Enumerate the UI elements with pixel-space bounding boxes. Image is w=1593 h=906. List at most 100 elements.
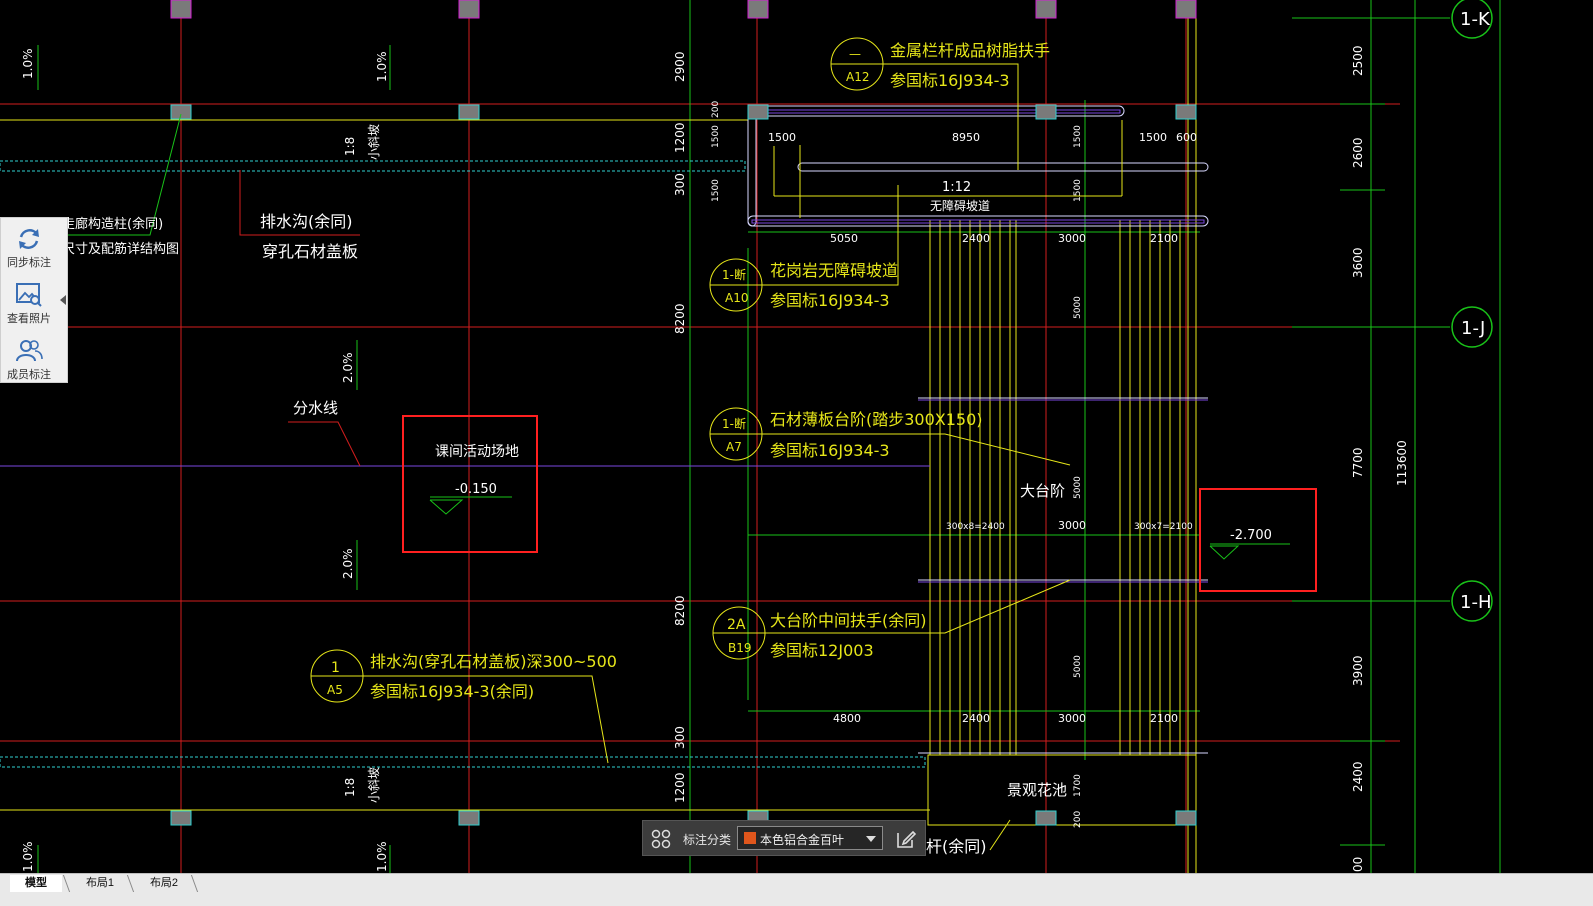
corridor-label-1: 走廊构造柱(余同) xyxy=(62,216,163,232)
category-label: 标注分类 xyxy=(683,833,732,847)
svg-text:1200: 1200 xyxy=(673,772,687,803)
callout-texts: — A12 金属栏杆成品树脂扶手 参国标16J934-3 1-断 A10 花岗岩… xyxy=(327,41,1050,701)
svg-text:8200: 8200 xyxy=(673,595,687,626)
callout-1-line2: 参国标16J934-3 xyxy=(890,71,1010,90)
callout-3-top: 1-断 xyxy=(722,416,746,431)
svg-text:2100: 2100 xyxy=(1150,712,1178,725)
member-annotation-button[interactable]: 成员标注 xyxy=(1,333,57,385)
stair-label: 大台阶 xyxy=(1020,482,1065,500)
member-annotation-label: 成员标注 xyxy=(7,369,51,381)
axis-label-1j: 1-J xyxy=(1461,318,1485,339)
svg-text:300: 300 xyxy=(673,726,687,749)
svg-text:1.0%: 1.0% xyxy=(375,842,389,873)
callout-1-top: — xyxy=(849,47,861,61)
axis-label-1h: 1-H xyxy=(1460,592,1491,613)
svg-text:2400: 2400 xyxy=(962,712,990,725)
callout-2-top: 1-断 xyxy=(722,267,746,282)
tab-layout-1[interactable]: 布局1 xyxy=(70,875,130,892)
svg-text:5050: 5050 xyxy=(830,232,858,245)
category-select[interactable]: 本色铝合金百叶 xyxy=(737,826,883,850)
svg-text:00: 00 xyxy=(1351,857,1365,872)
svg-text:3900: 3900 xyxy=(1351,655,1365,686)
callout-2-bottom: A10 xyxy=(725,291,748,305)
svg-text:113600: 113600 xyxy=(1395,440,1409,486)
svg-text:2100: 2100 xyxy=(1150,232,1178,245)
svg-text:2900: 2900 xyxy=(673,51,687,82)
sync-annotation-button[interactable]: 同步标注 xyxy=(1,221,57,273)
callout-5-line1: 排水沟(穿孔石材盖板)深300~500 xyxy=(370,652,617,671)
slope-texts: 1.0% 1.0% 2.0% 2.0% 1:8 小斜坡 1:8 小斜坡 1.0%… xyxy=(21,49,389,873)
svg-text:3000: 3000 xyxy=(1058,232,1086,245)
svg-text:1700: 1700 xyxy=(1073,774,1083,797)
corridor-label-2: 尺寸及配筋详结构图 xyxy=(62,241,179,257)
columns-top xyxy=(170,0,1197,19)
callout-1-line1: 金属栏杆成品树脂扶手 xyxy=(890,41,1050,60)
svg-text:3000: 3000 xyxy=(1058,519,1086,532)
svg-text:5000: 5000 xyxy=(1073,655,1083,678)
callout-3-bottom: A7 xyxy=(726,440,742,454)
svg-text:4800: 4800 xyxy=(833,712,861,725)
svg-text:7700: 7700 xyxy=(1351,447,1365,478)
callout-3-line1: 石材薄板台阶(踏步300X150) xyxy=(770,410,983,429)
svg-text:2500: 2500 xyxy=(1351,45,1365,76)
railing-partial-label: 杆(余同) xyxy=(926,837,987,856)
sync-icon xyxy=(19,229,39,249)
svg-text:小斜坡: 小斜坡 xyxy=(367,767,381,803)
drain-sub-label: 穿孔石材盖板 xyxy=(262,242,358,261)
planter-label: 景观花池 xyxy=(1007,781,1067,799)
building-lines xyxy=(0,0,1197,873)
axis-bubbles xyxy=(1451,0,1493,622)
callout-5-top: 1 xyxy=(331,660,340,676)
category-color-swatch xyxy=(744,832,756,844)
drain-label: 排水沟(余同) xyxy=(260,212,353,231)
svg-text:1500: 1500 xyxy=(711,125,721,148)
playground-label: 课间活动场地 xyxy=(435,444,519,460)
svg-text:1500: 1500 xyxy=(1073,179,1083,202)
callout-5-bottom: A5 xyxy=(327,683,343,697)
svg-text:3000: 3000 xyxy=(1058,712,1086,725)
view-photo-label: 查看照片 xyxy=(7,313,51,325)
svg-text:300: 300 xyxy=(673,173,687,196)
callout-3-line2: 参国标16J934-3 xyxy=(770,441,890,460)
svg-text:600: 600 xyxy=(1176,131,1197,144)
svg-text:5000: 5000 xyxy=(1073,296,1083,319)
svg-text:3600: 3600 xyxy=(1351,247,1365,278)
collapse-left-icon[interactable] xyxy=(59,292,67,306)
svg-text:1200: 1200 xyxy=(673,122,687,153)
ramp-label: 无障碍坡道 xyxy=(930,198,990,213)
category-selected-value: 本色铝合金百叶 xyxy=(760,833,845,847)
grid-icon[interactable] xyxy=(651,829,671,849)
edit-icon[interactable] xyxy=(895,828,917,850)
svg-text:8200: 8200 xyxy=(673,303,687,334)
svg-text:1:8: 1:8 xyxy=(343,778,357,797)
svg-text:300x8=2400: 300x8=2400 xyxy=(946,522,1005,532)
svg-text:1500: 1500 xyxy=(768,131,796,144)
ramp-ratio: 1:12 xyxy=(942,180,971,195)
callout-1-bottom: A12 xyxy=(846,70,869,84)
svg-text:8950: 8950 xyxy=(952,131,980,144)
svg-text:2.0%: 2.0% xyxy=(341,353,355,384)
photo-search-icon xyxy=(16,283,42,307)
svg-text:5000: 5000 xyxy=(1073,476,1083,499)
chevron-down-icon xyxy=(866,836,876,842)
view-photo-button[interactable]: 查看照片 xyxy=(1,277,57,329)
svg-text:1.0%: 1.0% xyxy=(21,842,35,873)
svg-text:1.0%: 1.0% xyxy=(375,52,389,83)
tab-layout-2[interactable]: 布局2 xyxy=(134,875,194,892)
svg-text:1500: 1500 xyxy=(711,179,721,202)
callout-4-bottom: B19 xyxy=(728,641,752,655)
annotation-category-toolbar: 标注分类 本色铝合金百叶 xyxy=(642,820,926,856)
svg-text:300x7=2100: 300x7=2100 xyxy=(1134,522,1193,532)
members-icon xyxy=(16,340,43,362)
cad-drawing-canvas[interactable]: — A12 金属栏杆成品树脂扶手 参国标16J934-3 1-断 A10 花岗岩… xyxy=(0,0,1593,906)
axis-bubble-labels: 1-K 1-J 1-H xyxy=(1460,9,1491,613)
svg-text:200: 200 xyxy=(711,101,721,118)
svg-text:2400: 2400 xyxy=(1351,761,1365,792)
callout-4-line1: 大台阶中间扶手(余同) xyxy=(770,611,927,630)
svg-text:1.0%: 1.0% xyxy=(21,49,35,80)
sync-annotation-label: 同步标注 xyxy=(7,257,51,269)
tab-model[interactable]: 模型 xyxy=(10,875,62,892)
callout-2-line2: 参国标16J934-3 xyxy=(770,291,890,310)
axis-label-1k: 1-K xyxy=(1460,9,1491,30)
svg-text:1500: 1500 xyxy=(1139,131,1167,144)
